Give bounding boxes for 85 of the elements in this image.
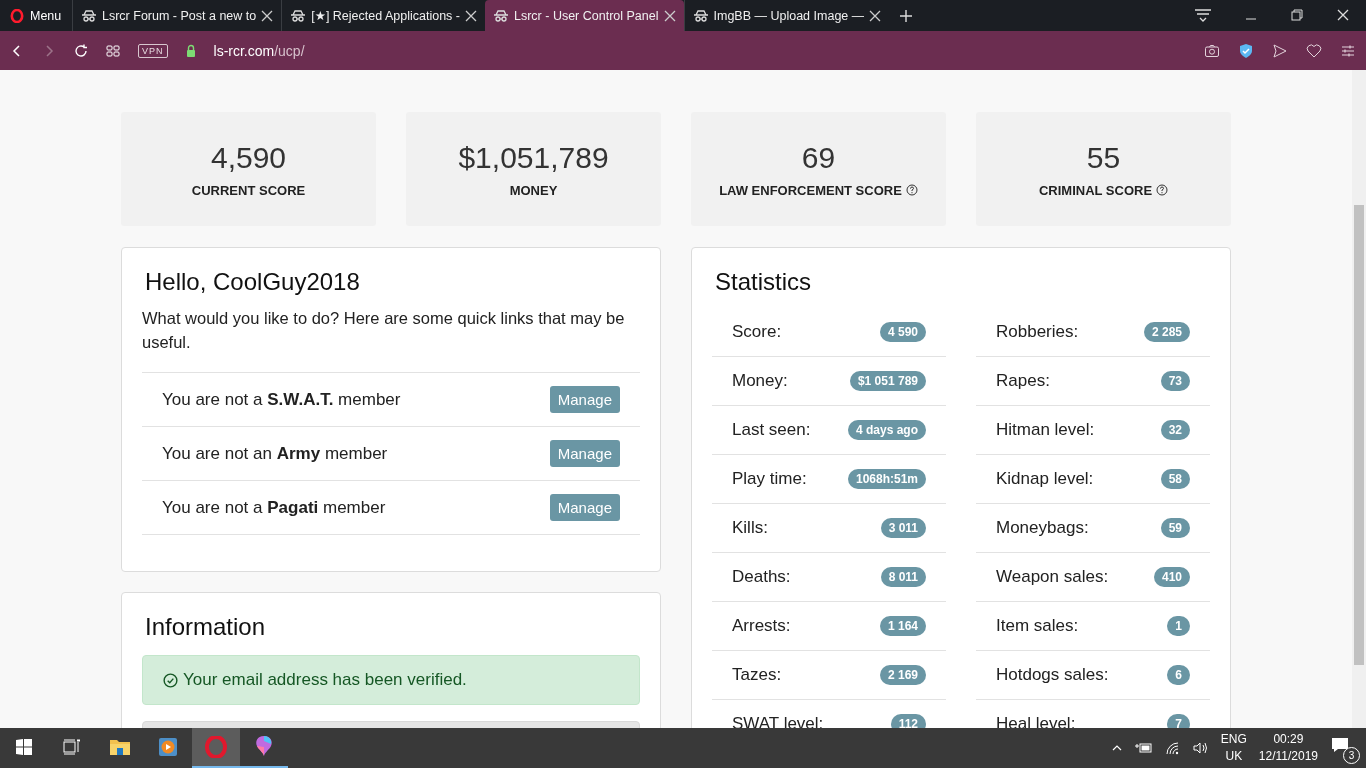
browser-tab[interactable]: Lsrcr - User Control Panel — [485, 0, 684, 31]
send-icon[interactable] — [1272, 42, 1288, 59]
lock-icon — [185, 44, 196, 57]
camera-icon[interactable] — [1204, 42, 1220, 59]
reload-icon[interactable] — [74, 43, 88, 58]
stat-label: Hitman level: — [996, 420, 1095, 440]
stat-label: Arrests: — [732, 616, 791, 636]
stat-value: 3 011 — [880, 518, 926, 538]
alert-text: Your email address has been verified. — [183, 670, 467, 690]
stat-label: Tazes: — [732, 665, 782, 685]
score-value: 55 — [1086, 140, 1121, 175]
stat-label: Score: — [732, 322, 782, 342]
folder-icon — [109, 737, 131, 757]
stat-value: 73 — [1160, 371, 1190, 391]
stat-value: 58 — [1160, 469, 1190, 489]
windows-icon — [16, 739, 32, 755]
shield-icon[interactable] — [1238, 42, 1254, 59]
score-label: CURRENT SCORE — [191, 182, 306, 198]
membership-text: You are not a Pagati member — [162, 497, 386, 518]
task-view-icon — [63, 739, 81, 755]
language-indicator[interactable]: ENG UK — [1220, 731, 1247, 765]
check-circle-icon — [163, 672, 178, 688]
score-label: LAW ENFORCEMENT SCORE — [719, 182, 902, 198]
close-icon[interactable] — [663, 9, 676, 22]
media-player-icon — [158, 737, 178, 757]
stat-label: Money: — [732, 371, 788, 391]
stat-value: 2 285 — [1143, 322, 1190, 342]
url-text[interactable]: ls-rcr.com/ucp/ — [213, 42, 305, 59]
notification-count: 3 — [1343, 747, 1360, 764]
score-value: 69 — [801, 140, 836, 175]
stat-value: 1 164 — [879, 616, 926, 636]
card-title: Information — [145, 613, 267, 641]
stat-value: 6 — [1167, 665, 1190, 685]
stat-label: Last seen: — [732, 420, 811, 440]
stat-label: Kidnap level: — [996, 469, 1094, 489]
stat-label: Rapes: — [996, 371, 1050, 391]
close-icon[interactable] — [261, 9, 274, 22]
vpn-badge[interactable]: VPN — [138, 43, 168, 58]
clock[interactable]: 00:29 12/11/2019 — [1258, 731, 1318, 765]
close-icon[interactable] — [869, 9, 882, 22]
score-value: 4,590 — [210, 140, 287, 175]
stat-value: 410 — [1153, 567, 1190, 587]
stat-value: 4 590 — [879, 322, 926, 342]
heart-icon[interactable] — [1306, 42, 1322, 59]
scrollbar-thumb[interactable] — [1354, 205, 1364, 665]
spy-icon — [493, 7, 509, 24]
stat-value: 8 011 — [880, 567, 926, 587]
spy-icon — [81, 7, 97, 24]
stat-label: Kills: — [732, 518, 768, 538]
card-title: Statistics — [715, 268, 813, 296]
stat-label: Moneybags: — [996, 518, 1089, 538]
stat-label: Deaths: — [732, 567, 791, 587]
stat-label: Robberies: — [996, 322, 1079, 342]
wifi-icon[interactable] — [1164, 741, 1181, 755]
grid-icon[interactable] — [106, 43, 120, 58]
card-title: Hello, CoolGuy2018 — [145, 268, 361, 296]
stat-value: 1 — [1167, 616, 1190, 636]
scrollbar[interactable] — [1352, 70, 1366, 728]
stat-label: Item sales: — [996, 616, 1079, 636]
stat-value: 4 days ago — [847, 420, 926, 440]
battery-icon[interactable] — [1134, 742, 1153, 754]
close-icon[interactable] — [465, 9, 477, 22]
stat-value: 112 — [890, 714, 926, 728]
notification-icon[interactable] — [1330, 735, 1350, 755]
stat-value: 59 — [1160, 518, 1190, 538]
membership-text: You are not a S.W.A.T. member — [162, 389, 401, 410]
stat-label: Hotdogs sales: — [996, 665, 1109, 685]
spy-icon — [692, 7, 709, 24]
speaker-icon[interactable] — [1192, 741, 1209, 755]
intro-text: What would you like to do? Here are some quick links that may be useful. — [142, 308, 626, 353]
stat-label: Play time: — [732, 469, 807, 489]
stat-value: 32 — [1160, 420, 1190, 440]
stat-value: 7 — [1167, 714, 1190, 728]
score-label: MONEY — [509, 182, 558, 198]
membership-text: You are not an Army member — [162, 443, 388, 464]
score-label: CRIMINAL SCORE — [1038, 182, 1153, 198]
stat-value: 2 169 — [879, 665, 926, 685]
stat-value: 1068h:51m — [847, 469, 926, 489]
menu-button[interactable]: Menu — [0, 0, 72, 31]
spy-icon — [290, 7, 307, 24]
opera-icon — [205, 736, 227, 758]
stat-label: Weapon sales: — [996, 567, 1109, 587]
score-value: $1,051,789 — [458, 140, 609, 175]
stat-value: $1 051 789 — [849, 371, 926, 391]
opera-icon — [10, 8, 24, 23]
